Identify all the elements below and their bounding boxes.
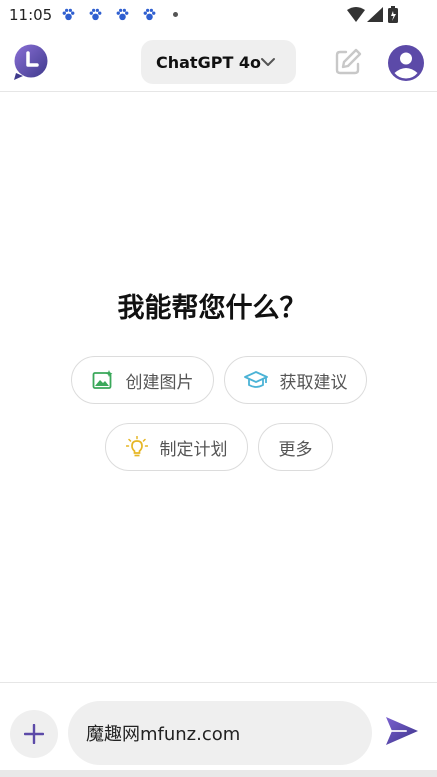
model-label: ChatGPT 4o <box>156 52 262 72</box>
headline: 我能帮您什么？ <box>117 293 307 324</box>
graduation-cap-icon <box>243 371 268 388</box>
add-attachment-button[interactable] <box>10 710 58 758</box>
system-status-icons <box>347 6 398 23</box>
suggestion-get-advice[interactable]: 获取建议 <box>224 356 367 404</box>
send-icon[interactable] <box>384 713 420 749</box>
suggestion-more[interactable]: 更多 <box>258 423 333 471</box>
top-app-bar: ChatGPT 4o <box>0 30 437 92</box>
message-input[interactable]: 魔趣网mfunz.com <box>68 701 372 765</box>
paw-icon <box>62 8 75 21</box>
suggestion-label: 更多 <box>278 439 313 460</box>
model-selector-button[interactable]: ChatGPT 4o <box>141 40 296 84</box>
suggestion-label: 制定计划 <box>159 439 228 460</box>
message-input-value: 魔趣网mfunz.com <box>86 724 241 745</box>
plus-icon <box>24 724 44 744</box>
composer: 魔趣网mfunz.com <box>0 682 437 777</box>
battery-icon <box>388 6 398 23</box>
suggestion-make-plan[interactable]: 制定计划 <box>105 423 248 471</box>
status-time: 11:05 <box>9 6 53 24</box>
suggestion-label: 获取建议 <box>279 372 348 393</box>
user-icon[interactable] <box>388 45 424 81</box>
lightbulb-icon <box>125 436 148 457</box>
chevron-down-icon <box>261 58 275 66</box>
clock-icon[interactable] <box>12 44 49 81</box>
paw-icon <box>89 8 102 21</box>
gesture-nav-bar <box>0 770 437 777</box>
suggestion-label: 创建图片 <box>125 372 194 393</box>
signal-icon <box>367 7 383 22</box>
status-bar: 11:05 <box>0 0 437 30</box>
image-icon <box>92 370 112 389</box>
paw-icon <box>116 8 129 21</box>
suggestion-create-image[interactable]: 创建图片 <box>71 356 214 404</box>
paw-icon <box>143 8 156 21</box>
wifi-icon <box>347 7 365 22</box>
edit-icon[interactable] <box>332 46 364 78</box>
more-notifications-dot <box>173 12 178 17</box>
